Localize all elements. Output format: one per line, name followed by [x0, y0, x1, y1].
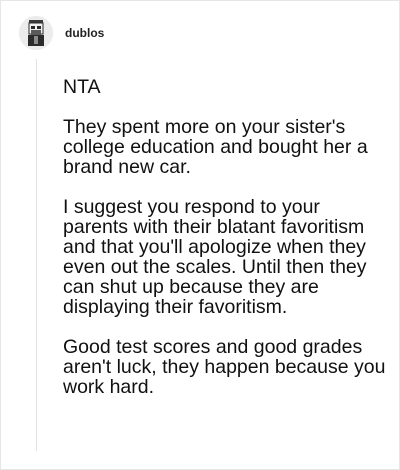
- comment-paragraph: They spent more on your sister's college…: [63, 116, 368, 178]
- comment-card: dublos NTA They spent more on your siste…: [0, 0, 400, 470]
- comment-paragraph: NTA: [63, 76, 101, 98]
- comment-header: dublos: [19, 15, 104, 51]
- username[interactable]: dublos: [65, 26, 104, 40]
- avatar[interactable]: [19, 16, 53, 50]
- comment-paragraph: I suggest you respond to your parents wi…: [63, 196, 367, 318]
- comment-body: NTA They spent more on your sister's col…: [63, 77, 389, 417]
- thread-line: [36, 59, 37, 451]
- avatar-icon: [19, 16, 53, 50]
- comment-paragraph: Good test scores and good grades aren't …: [63, 336, 386, 398]
